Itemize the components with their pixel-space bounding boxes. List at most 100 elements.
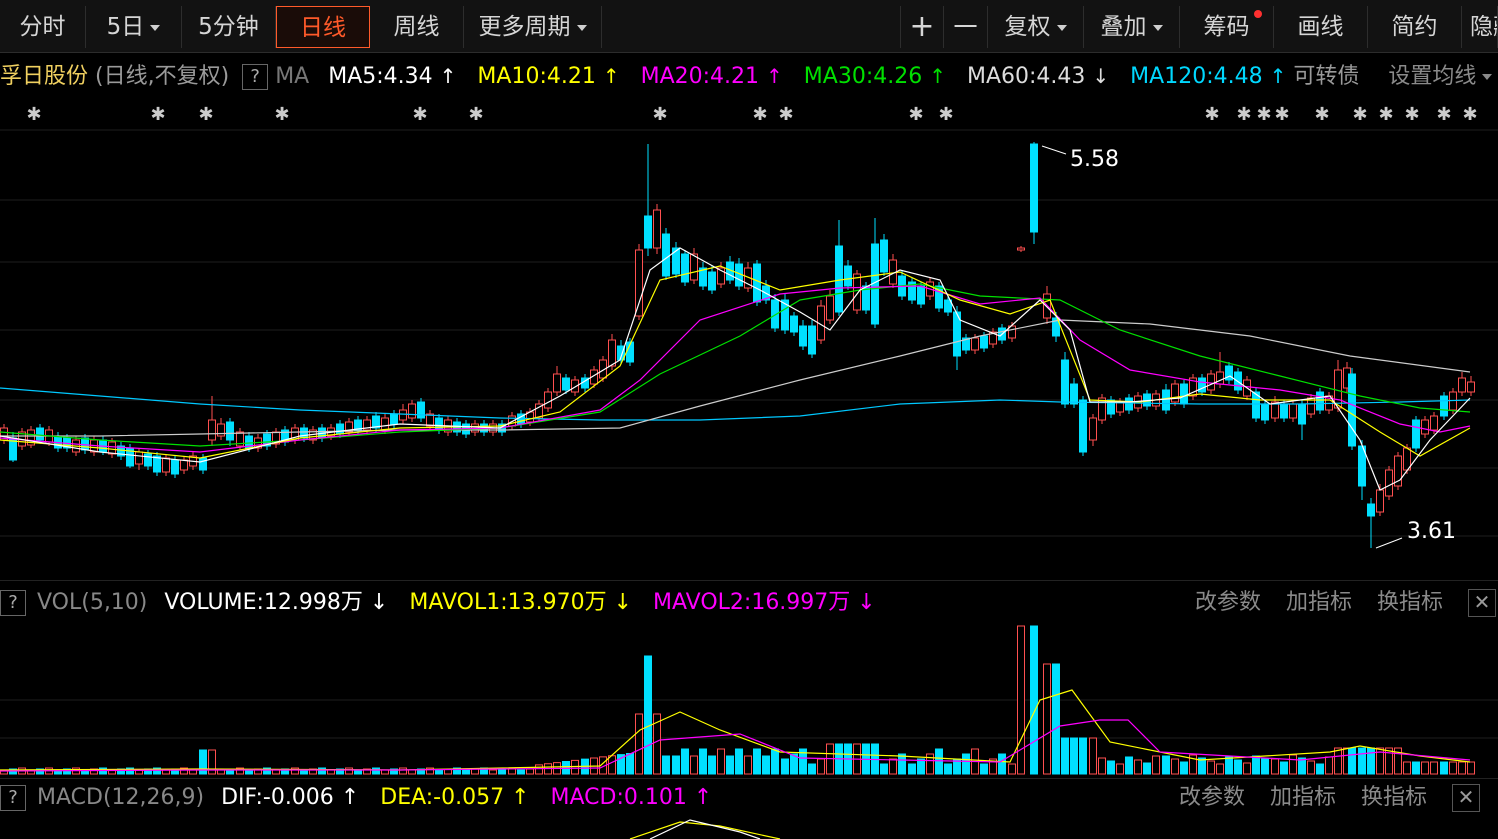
volume-bar — [1449, 761, 1457, 775]
zoom-out-button[interactable]: 一 — [944, 6, 988, 48]
volume-bar — [1458, 761, 1466, 775]
ma-help-button[interactable]: ? — [242, 64, 269, 90]
tab-intraday[interactable]: 分时 — [0, 6, 86, 48]
edit-params-button[interactable]: 改参数 — [1195, 590, 1261, 615]
ma30-arrow-icon: ↑ — [929, 64, 946, 88]
vol-label: VOL(5,10) — [37, 590, 148, 615]
volume-bar — [1171, 758, 1179, 775]
convertible-bond-link[interactable]: 可转债 — [1293, 64, 1359, 89]
volume-bar — [1403, 761, 1411, 775]
volume-bar — [662, 755, 670, 775]
candle — [135, 451, 143, 465]
ma20-arrow-icon: ↑ — [766, 64, 783, 88]
candle — [417, 401, 425, 419]
event-marker-icon: ✱ — [26, 104, 41, 125]
macd-value: MACD:0.101 — [550, 785, 687, 810]
draw-button[interactable]: 画线 — [1274, 6, 1368, 48]
overlay-button[interactable]: 叠加 — [1084, 6, 1180, 48]
volume-bar — [1261, 758, 1269, 775]
volume-value: VOLUME:12.998万 — [164, 590, 363, 615]
volume-bar — [1280, 761, 1288, 775]
adjust-button[interactable]: 复权 — [988, 6, 1084, 48]
candle — [1385, 469, 1393, 497]
tab-daily[interactable]: 日线 — [276, 6, 370, 48]
add-indicator-button[interactable]: 加指标 — [1270, 785, 1336, 810]
volume-bar — [1089, 737, 1097, 775]
macd-help-button[interactable]: ? — [0, 785, 26, 811]
volume-chart[interactable] — [0, 622, 1498, 776]
low-pointer — [1375, 537, 1403, 549]
zoom-in-button[interactable]: + — [900, 6, 944, 48]
volume-bar — [817, 758, 825, 775]
candle — [971, 337, 979, 351]
switch-indicator-button[interactable]: 换指标 — [1377, 590, 1443, 615]
chevron-down-icon — [1056, 24, 1067, 31]
volume-bar — [318, 767, 326, 775]
candle — [1070, 383, 1078, 405]
macd-arrow-icon: ↑ — [693, 785, 713, 810]
event-marker-icon: ✱ — [752, 104, 767, 125]
candle — [635, 249, 643, 317]
tab-5day[interactable]: 5日 — [86, 6, 182, 48]
volume-bar — [690, 755, 698, 775]
volume-arrow-icon: ↓ — [369, 590, 389, 615]
volume-bar — [1385, 747, 1393, 775]
candle — [1089, 417, 1097, 441]
candle — [226, 421, 234, 441]
volume-bar — [998, 753, 1006, 775]
volume-bar — [1467, 761, 1475, 775]
volume-bar — [1125, 756, 1133, 775]
candle — [1298, 403, 1306, 425]
low-price-label: 3.61 — [1407, 519, 1456, 544]
candle — [1116, 401, 1124, 413]
ma30-value: MA30:4.26 — [803, 64, 923, 89]
candle — [880, 239, 888, 273]
volume-bar — [1243, 762, 1251, 775]
edit-params-button[interactable]: 改参数 — [1179, 785, 1245, 810]
vol-help-button[interactable]: ? — [0, 590, 26, 616]
volume-bar — [1367, 747, 1375, 775]
volume-bar — [735, 748, 743, 775]
divider — [0, 580, 1498, 581]
volume-bar — [1234, 759, 1242, 775]
candle — [1098, 397, 1106, 421]
volume-bar — [345, 767, 353, 775]
chevron-down-icon — [150, 24, 161, 31]
candle — [1467, 381, 1475, 393]
candle — [835, 245, 843, 313]
tab-more-periods[interactable]: 更多周期 — [464, 6, 602, 48]
dif-value: DIF:-0.006 — [221, 785, 334, 810]
event-marker-icon: ✱ — [908, 104, 923, 125]
tab-weekly[interactable]: 周线 — [370, 6, 464, 48]
dea-value: DEA:-0.057 — [380, 785, 505, 810]
tab-5min[interactable]: 5分钟 — [182, 6, 276, 48]
candlestick-chart[interactable]: ✱ ✱ ✱ ✱ ✱ ✱ ✱ ✱ ✱ ✱ ✱ ✱ ✱ ✱ ✱ ✱ ✱ ✱ ✱ ✱ ✱5.583.61 — [0, 96, 1498, 580]
switch-indicator-button[interactable]: 换指标 — [1361, 785, 1427, 810]
candle — [1421, 419, 1429, 435]
candle — [1289, 403, 1297, 419]
macd-chart[interactable] — [0, 818, 1498, 839]
close-icon[interactable]: ✕ — [1468, 589, 1496, 617]
simple-button[interactable]: 简约 — [1368, 6, 1462, 48]
candle — [108, 441, 116, 455]
volume-bar — [808, 763, 816, 775]
event-marker-icon: ✱ — [1314, 104, 1329, 125]
chevron-down-icon — [1482, 74, 1493, 80]
volume-bar — [708, 755, 716, 775]
volume-bar — [771, 748, 779, 775]
candle — [1412, 419, 1420, 449]
ma10-value: MA10:4.21 — [477, 64, 596, 89]
close-icon[interactable]: ✕ — [1452, 784, 1480, 812]
ma-settings-button[interactable]: 设置均线 — [1388, 64, 1476, 89]
volume-bar — [1225, 756, 1233, 775]
volume-bar — [608, 755, 616, 775]
event-marker-icon: ✱ — [778, 104, 793, 125]
add-indicator-button[interactable]: 加指标 — [1286, 590, 1352, 615]
event-marker-icon: ✱ — [1236, 104, 1251, 125]
volume-bar — [435, 769, 443, 775]
volume-bar — [1216, 763, 1224, 775]
hide-button[interactable]: 隐藏 — [1462, 6, 1498, 48]
volume-bar — [1152, 755, 1160, 775]
candle — [644, 215, 652, 249]
candle — [681, 253, 689, 283]
